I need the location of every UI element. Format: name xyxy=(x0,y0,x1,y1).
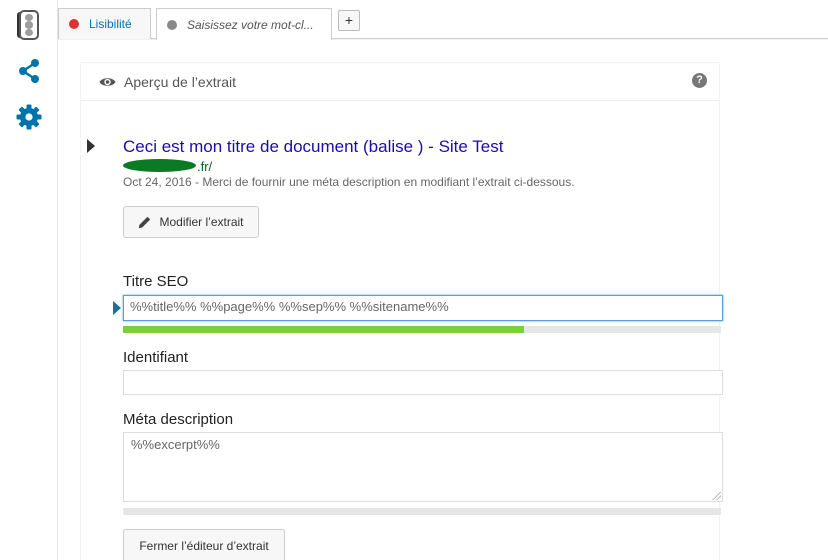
tab-label: Lisibilité xyxy=(89,17,132,31)
slug-input[interactable] xyxy=(123,370,723,395)
metabox-sidebar xyxy=(0,0,58,560)
analysis-tabs: Lisibilité Saisissez votre mot-cl... + xyxy=(58,0,828,40)
tab-readability[interactable]: Lisibilité xyxy=(58,8,151,39)
panel-header: Aperçu de l’extrait ? xyxy=(81,63,719,101)
readability-status-icon xyxy=(69,19,79,29)
gear-icon xyxy=(16,104,42,130)
meta-description-textarea[interactable]: %%excerpt%% xyxy=(123,432,723,502)
keyword-status-icon xyxy=(167,19,177,30)
eye-icon xyxy=(99,77,116,86)
snippet-title-caret-icon xyxy=(87,139,95,153)
help-icon[interactable]: ? xyxy=(692,73,707,88)
tab-label: Saisissez votre mot-cl... xyxy=(187,17,314,32)
snippet-title[interactable]: Ceci est mon titre de document (balise )… xyxy=(123,137,503,157)
snippet-preview-panel: Aperçu de l’extrait ? Ceci est mon titre… xyxy=(80,62,723,560)
seo-title-input[interactable]: %%title%% %%page%% %%sep%% %%sitename%% xyxy=(123,295,723,321)
close-snippet-editor-button[interactable]: Fermer l’éditeur d’extrait xyxy=(123,529,285,560)
snippet-description[interactable]: Oct 24, 2016 - Merci de fournir une méta… xyxy=(123,175,575,189)
tab-focus-keyword[interactable]: Saisissez votre mot-cl... xyxy=(156,8,332,40)
snippet-url[interactable]: .fr/ xyxy=(123,159,212,175)
redacted-domain-mark xyxy=(123,159,196,172)
social-button[interactable] xyxy=(8,54,50,88)
meta-description-label: Méta description xyxy=(123,411,234,428)
traffic-light-icon xyxy=(19,10,39,40)
add-keyword-tab-button[interactable]: + xyxy=(338,10,360,31)
pencil-icon xyxy=(139,216,151,228)
seo-title-progress-fill xyxy=(123,326,524,333)
metabox-content: Aperçu de l’extrait ? Ceci est mon titre… xyxy=(58,40,828,560)
traffic-light-button[interactable] xyxy=(8,8,50,42)
seo-title-caret-icon xyxy=(113,301,121,315)
resize-handle-icon[interactable] xyxy=(711,490,721,500)
seo-title-progress xyxy=(123,326,721,333)
panel-title: Aperçu de l’extrait xyxy=(124,73,237,90)
share-icon xyxy=(19,59,39,83)
settings-button[interactable] xyxy=(8,100,50,134)
slug-label: Identifiant xyxy=(123,349,189,366)
meta-description-progress xyxy=(123,508,721,515)
edit-snippet-button[interactable]: Modifier l’extrait xyxy=(123,206,259,238)
seo-title-label: Titre SEO xyxy=(123,273,189,290)
